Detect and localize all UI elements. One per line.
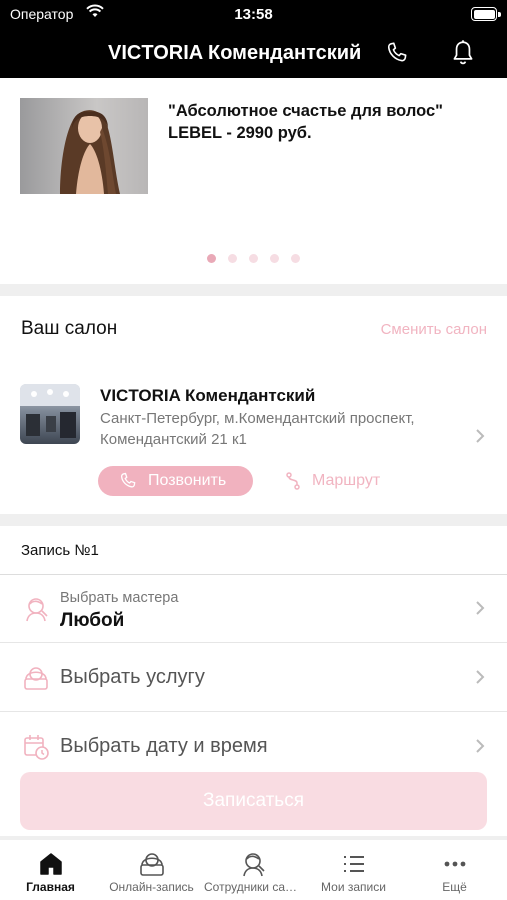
more-icon: [441, 850, 469, 878]
tab-more[interactable]: Ещё: [404, 840, 505, 900]
tab-my-bookings[interactable]: Мои записи: [303, 840, 404, 900]
carousel-dot[interactable]: [228, 254, 237, 263]
select-master-row[interactable]: Выбрать мастера Любой: [0, 575, 507, 643]
promo-image: [20, 98, 148, 194]
chevron-right-icon[interactable]: [475, 428, 485, 449]
submit-booking-button[interactable]: Записаться: [20, 772, 487, 830]
tab-label: Ещё: [442, 880, 467, 894]
battery-icon: [471, 7, 501, 21]
chevron-right-icon: [475, 669, 485, 690]
clock: 13:58: [234, 6, 273, 23]
route-button-label: Маршрут: [312, 472, 381, 489]
tab-home[interactable]: Главная: [0, 840, 101, 900]
carousel-dots[interactable]: [0, 254, 507, 263]
change-salon-link[interactable]: Сменить салон: [381, 321, 487, 338]
nav-bar: VICTORIA Комендантский: [0, 30, 507, 78]
carousel-dot[interactable]: [270, 254, 279, 263]
home-icon: [37, 850, 65, 878]
select-master-value: Любой: [60, 610, 125, 631]
booking-number: Запись №1: [21, 542, 99, 559]
chevron-right-icon: [475, 738, 485, 759]
call-button[interactable]: Позвонить: [98, 466, 253, 496]
bell-icon[interactable]: [450, 39, 478, 67]
tab-label: Мои записи: [321, 880, 386, 894]
salon-card: Ваш салон Сменить салон VICTORIA Коменда…: [0, 296, 507, 514]
select-datetime-label: Выбрать дату и время: [60, 735, 268, 757]
salon-name: VICTORIA Комендантский: [100, 386, 316, 405]
service-icon: [22, 664, 50, 692]
chevron-right-icon: [475, 600, 485, 621]
tab-online-booking[interactable]: Онлайн-запись: [101, 840, 202, 900]
status-bar: Оператор 13:58: [0, 0, 507, 30]
tab-label: Сотрудники салона: [204, 880, 303, 894]
divider: [0, 642, 507, 643]
online-booking-icon: [138, 850, 166, 878]
call-button-label: Позвонить: [148, 472, 227, 489]
tab-label: Главная: [26, 880, 75, 894]
salon-photo: [20, 384, 80, 444]
list-icon: [340, 850, 368, 878]
salon-address: Санкт-Петербург, м.Комендантский проспек…: [100, 410, 415, 448]
tab-staff[interactable]: Сотрудники салона: [202, 840, 303, 900]
tab-bar: Главная Онлайн-запись Сотрудники салона …: [0, 840, 507, 900]
select-service-row[interactable]: Выбрать услугу: [0, 644, 507, 712]
divider: [0, 711, 507, 712]
carousel-dot[interactable]: [249, 254, 258, 263]
phone-icon[interactable]: [384, 40, 412, 68]
select-master-label: Выбрать мастера: [60, 590, 179, 606]
tab-label: Онлайн-запись: [109, 880, 194, 894]
carousel-dot[interactable]: [207, 254, 216, 263]
promo-text: "Абсолютное счастье для волос" LEBEL - 2…: [168, 102, 443, 142]
staff-icon: [239, 850, 267, 878]
salon-title: VICTORIA Комендантский: [108, 42, 362, 64]
master-icon: [22, 595, 50, 623]
salon-heading: Ваш салон: [21, 318, 118, 339]
select-service-label: Выбрать услугу: [60, 666, 205, 688]
route-icon: [284, 471, 302, 496]
promo-banner[interactable]: "Абсолютное счастье для волос" LEBEL - 2…: [0, 78, 507, 284]
phone-icon: [118, 471, 138, 496]
carousel-dot[interactable]: [291, 254, 300, 263]
select-datetime-row[interactable]: Выбрать дату и время: [0, 713, 507, 781]
calendar-clock-icon: [22, 733, 50, 761]
